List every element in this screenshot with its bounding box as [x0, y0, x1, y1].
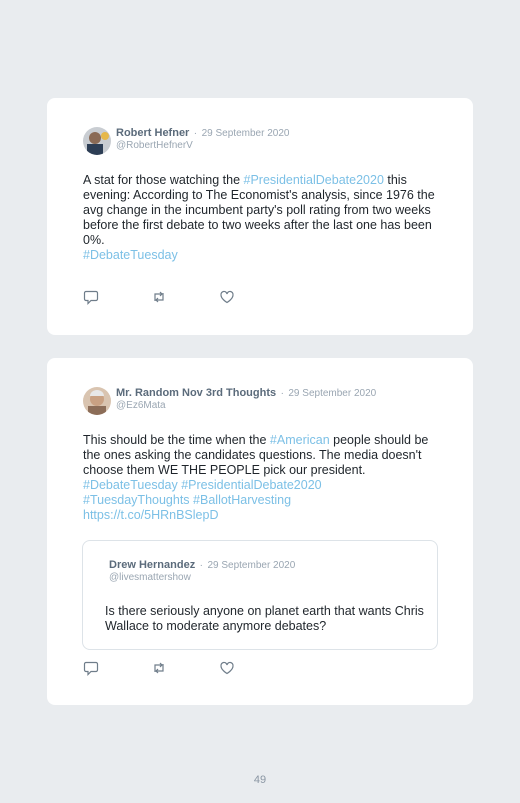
page-number: 49	[253, 774, 267, 786]
tweet-date: 29 September 2020	[288, 388, 377, 399]
tweet-date: 29 September 2020	[201, 128, 290, 139]
separator: ·	[199, 560, 203, 571]
quoted-text: Is there seriously anyone on planet eart…	[105, 604, 424, 633]
hashtag[interactable]: #PresidentialDebate2020	[181, 478, 321, 492]
text-part: This should be the time when the	[83, 433, 270, 447]
tweet-text: A stat for those watching the #President…	[83, 173, 443, 263]
hashtag[interactable]: #DebateTuesday	[83, 478, 178, 492]
tweet-actions	[83, 289, 287, 305]
hashtag[interactable]: #BallotHarvesting	[193, 493, 291, 507]
hashtag[interactable]: #American	[270, 433, 330, 447]
quoted-author-name[interactable]: Drew Hernandez	[109, 559, 195, 571]
quoted-tweet[interactable]: Drew Hernandez · 29 September 2020 @live…	[82, 540, 438, 650]
separator: ·	[280, 388, 284, 399]
author-handle[interactable]: @Ez6Mata	[116, 400, 376, 412]
reply-icon[interactable]	[83, 289, 99, 305]
hashtag[interactable]: #DebateTuesday	[83, 248, 178, 262]
quoted-handle[interactable]: @livesmattershow	[109, 572, 295, 584]
tweet-link[interactable]: https://t.co/5HRnBSlepD	[83, 508, 218, 522]
quoted-header: Drew Hernandez · 29 September 2020 @live…	[109, 558, 295, 584]
retweet-icon[interactable]	[151, 289, 167, 305]
author-name[interactable]: Robert Hefner	[116, 127, 189, 139]
like-icon[interactable]	[219, 660, 235, 676]
avatar[interactable]	[83, 387, 111, 415]
separator: ·	[193, 128, 198, 139]
quoted-date: 29 September 2020	[207, 560, 296, 571]
text-part: A stat for those watching the	[83, 173, 244, 187]
like-icon[interactable]	[219, 289, 235, 305]
tweet-actions	[83, 660, 287, 676]
retweet-icon[interactable]	[151, 660, 167, 676]
hashtag[interactable]: #TuesdayThoughts	[83, 493, 190, 507]
tweet-card: Robert Hefner · 29 September 2020 @Rober…	[47, 98, 473, 335]
reply-icon[interactable]	[83, 660, 99, 676]
tweet-header: Robert Hefner · 29 September 2020 @Rober…	[83, 126, 289, 155]
author-name[interactable]: Mr. Random Nov 3rd Thoughts	[116, 387, 276, 399]
hashtag[interactable]: #PresidentialDebate2020	[244, 173, 384, 187]
tweet-text: This should be the time when the #Americ…	[83, 433, 443, 523]
author-handle[interactable]: @RobertHefnerV	[116, 140, 289, 152]
avatar[interactable]	[83, 127, 111, 155]
tweet-card: Mr. Random Nov 3rd Thoughts · 29 Septemb…	[47, 358, 473, 705]
tweet-header: Mr. Random Nov 3rd Thoughts · 29 Septemb…	[83, 386, 376, 415]
